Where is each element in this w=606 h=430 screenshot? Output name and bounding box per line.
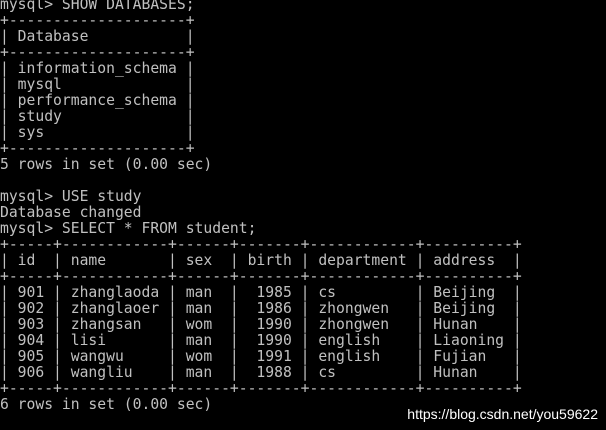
- terminal-line: | 906 | wangliu | man | 1988 | cs | Huna…: [0, 364, 522, 381]
- terminal-line: +--------------------+: [0, 12, 195, 29]
- terminal-line: | sys |: [0, 124, 195, 141]
- watermark: https://blog.csdn.net/you59622: [407, 406, 598, 422]
- terminal-line: +-----+------------+------+-------+-----…: [0, 236, 522, 253]
- terminal-line: +-----+------------+------+-------+-----…: [0, 268, 522, 285]
- terminal-line: | id | name | sex | birth | department |…: [0, 252, 522, 269]
- terminal-line: | 904 | lisi | man | 1990 | english | Li…: [0, 332, 522, 349]
- terminal-line: mysql> USE study: [0, 188, 142, 205]
- terminal-line: | performance_schema |: [0, 92, 195, 109]
- terminal-line: +-----+------------+------+-------+-----…: [0, 380, 522, 397]
- terminal-line: | study |: [0, 108, 195, 125]
- terminal-line: | Database |: [0, 28, 195, 45]
- terminal-line: | 905 | wangwu | wom | 1991 | english | …: [0, 348, 522, 365]
- terminal-line: | 902 | zhanglaoer | man | 1986 | zhongw…: [0, 300, 522, 317]
- terminal-line: | information_schema |: [0, 60, 195, 77]
- terminal-line: 5 rows in set (0.00 sec): [0, 156, 213, 173]
- terminal-line: mysql> SELECT * FROM student;: [0, 220, 257, 237]
- terminal-line: | 903 | zhangsan | wom | 1990 | zhongwen…: [0, 316, 522, 333]
- terminal-line: +--------------------+: [0, 44, 195, 61]
- terminal-line: +--------------------+: [0, 140, 195, 157]
- terminal-line: | mysql |: [0, 76, 195, 93]
- terminal-line: | 901 | zhanglaoda | man | 1985 | cs | B…: [0, 284, 522, 301]
- terminal-line: Database changed: [0, 204, 142, 221]
- terminal-window[interactable]: mysql> SHOW DATABASES; +----------------…: [0, 0, 606, 430]
